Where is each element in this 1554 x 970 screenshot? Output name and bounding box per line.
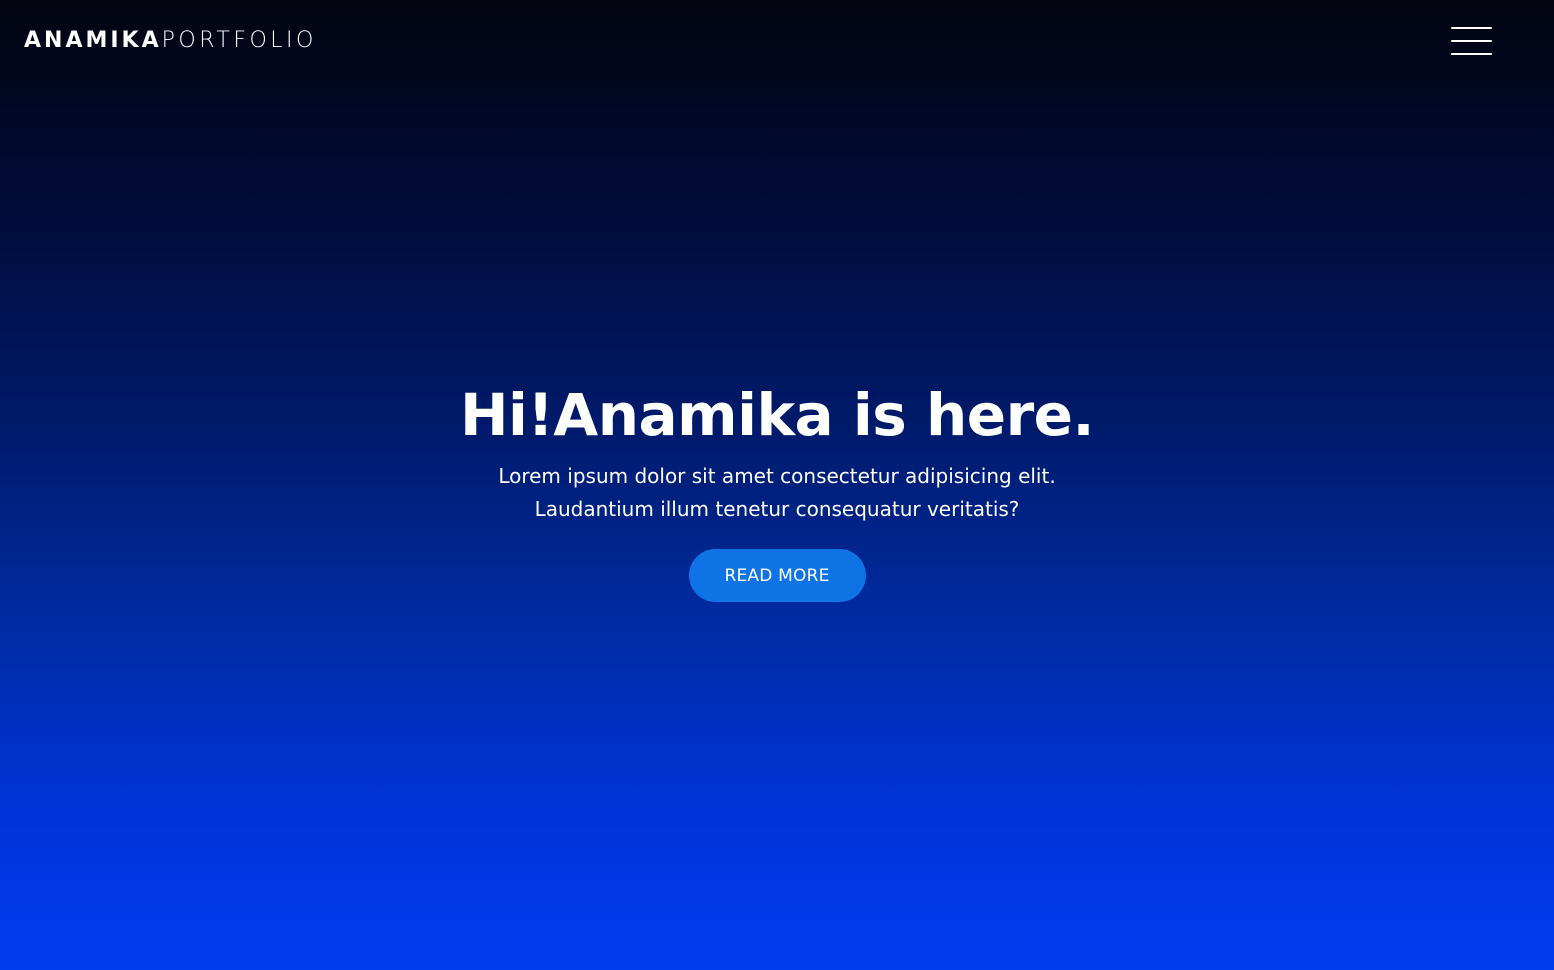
menu-line-top — [1451, 27, 1492, 29]
brand-logo[interactable]: ANAMIKAPORTFOLIO — [24, 28, 317, 54]
menu-line-bottom — [1451, 53, 1492, 55]
landing-page: ANAMIKAPORTFOLIO Hi!Anamika is here. Lor… — [0, 0, 1554, 970]
menu-button[interactable] — [1446, 22, 1498, 60]
brand-name: ANAMIKA — [24, 28, 162, 53]
hero-section: Hi!Anamika is here. Lorem ipsum dolor si… — [0, 380, 1554, 602]
hero-description: Lorem ipsum dolor sit amet consectetur a… — [397, 460, 1157, 526]
read-more-button[interactable]: READ MORE — [688, 549, 866, 602]
site-header: ANAMIKAPORTFOLIO — [0, 0, 1554, 82]
hero-description-line-2: Laudantium illum tenetur consequatur ver… — [534, 497, 1020, 521]
hero-title: Hi!Anamika is here. — [459, 381, 1095, 449]
menu-line-middle — [1451, 40, 1492, 42]
hero-description-line-1: Lorem ipsum dolor sit amet consectetur a… — [498, 464, 1056, 488]
brand-tagline: PORTFOLIO — [161, 28, 317, 53]
